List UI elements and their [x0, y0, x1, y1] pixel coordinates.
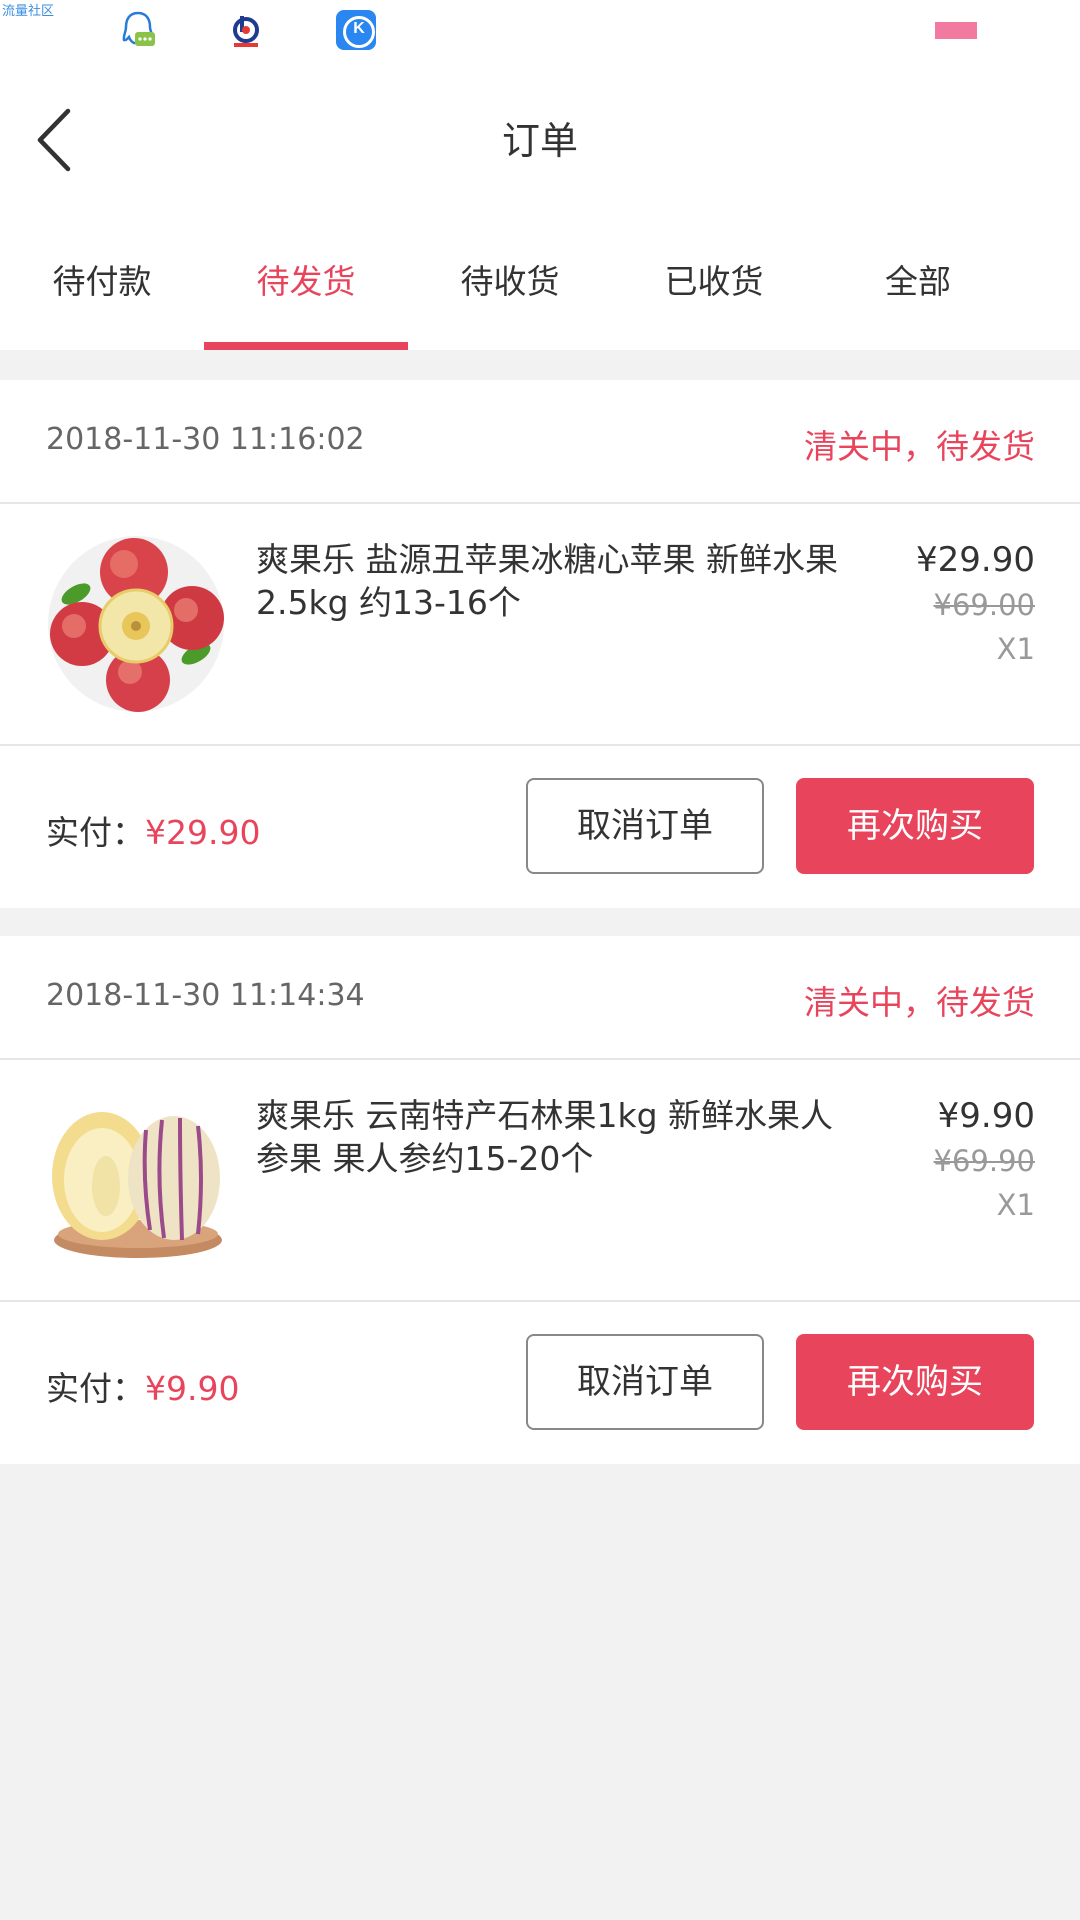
- order-header: 2018-11-30 11:14:34 清关中，待发货: [0, 936, 1080, 1060]
- order-card: 2018-11-30 11:14:34 清关中，待发货 爽果乐 云南特产石林果1…: [0, 936, 1080, 1464]
- paid-total: 实付：¥9.90: [46, 1362, 239, 1410]
- qq-message-icon: [118, 10, 158, 50]
- paid-label: 实付：: [46, 1369, 145, 1408]
- buy-again-button[interactable]: 再次购买: [796, 778, 1034, 874]
- battery-icon: [935, 22, 977, 39]
- tab-pending-shipment[interactable]: 待发货: [204, 210, 408, 350]
- watermark-text: 流量社区: [2, 4, 55, 19]
- item-quantity: X1: [996, 632, 1035, 666]
- item-name: 爽果乐 云南特产石林果1kg 新鲜水果人参果 果人参约15-20个: [256, 1096, 834, 1178]
- tab-label: 已收货: [664, 262, 764, 301]
- paid-amount: ¥9.90: [145, 1369, 240, 1408]
- buy-again-button[interactable]: 再次购买: [796, 1334, 1034, 1430]
- order-item[interactable]: 爽果乐 盐源丑苹果冰糖心苹果 新鲜水果 2.5kg 约13-16个 ¥29.90…: [0, 504, 1080, 746]
- status-bar: 流量社区: [0, 0, 1080, 60]
- tab-pending-receipt[interactable]: 待收货: [408, 210, 612, 350]
- order-footer: 实付：¥9.90 取消订单 再次购买: [0, 1302, 1080, 1464]
- order-time: 2018-11-30 11:14:34: [46, 978, 365, 1013]
- app-header: 订单: [0, 60, 1080, 210]
- order-item[interactable]: 爽果乐 云南特产石林果1kg 新鲜水果人参果 果人参约15-20个 ¥9.90 …: [0, 1060, 1080, 1302]
- item-original-price: ¥69.00: [933, 588, 1035, 622]
- cancel-order-button[interactable]: 取消订单: [526, 1334, 764, 1430]
- paid-label: 实付：: [46, 813, 145, 852]
- order-card: 2018-11-30 11:16:02 清关中，待发货 爽果乐 盐源丑苹果冰糖心…: [0, 380, 1080, 908]
- tab-indicator: [204, 342, 408, 350]
- tab-label: 待付款: [52, 262, 152, 301]
- item-quantity: X1: [996, 1188, 1035, 1222]
- page-title: 订单: [501, 119, 578, 163]
- order-status: 清关中，待发货: [804, 983, 1035, 1022]
- tab-label: 待发货: [256, 262, 356, 301]
- kugou-icon: [336, 10, 376, 50]
- cancel-order-button[interactable]: 取消订单: [526, 778, 764, 874]
- tab-all[interactable]: 全部: [816, 210, 1020, 350]
- item-name: 爽果乐 盐源丑苹果冰糖心苹果 新鲜水果 2.5kg 约13-16个: [256, 540, 838, 622]
- pepino-melon-image: [46, 1090, 226, 1270]
- apple-image: [46, 534, 226, 714]
- item-price: ¥9.90: [937, 1096, 1035, 1136]
- baidu-app-icon: [226, 10, 266, 50]
- order-time: 2018-11-30 11:16:02: [46, 422, 365, 457]
- order-footer: 实付：¥29.90 取消订单 再次购买: [0, 746, 1080, 908]
- item-original-price: ¥69.90: [933, 1144, 1035, 1178]
- tab-pending-payment[interactable]: 待付款: [0, 210, 204, 350]
- order-header: 2018-11-30 11:16:02 清关中，待发货: [0, 380, 1080, 504]
- paid-total: 实付：¥29.90: [46, 806, 260, 854]
- item-price: ¥29.90: [916, 540, 1035, 580]
- tab-received[interactable]: 已收货: [612, 210, 816, 350]
- tab-label: 全部: [885, 262, 951, 301]
- paid-amount: ¥29.90: [145, 813, 261, 852]
- tab-label: 待收货: [460, 262, 560, 301]
- order-tabs: 待付款 待发货 待收货 已收货 全部: [0, 210, 1080, 350]
- order-status: 清关中，待发货: [804, 427, 1035, 466]
